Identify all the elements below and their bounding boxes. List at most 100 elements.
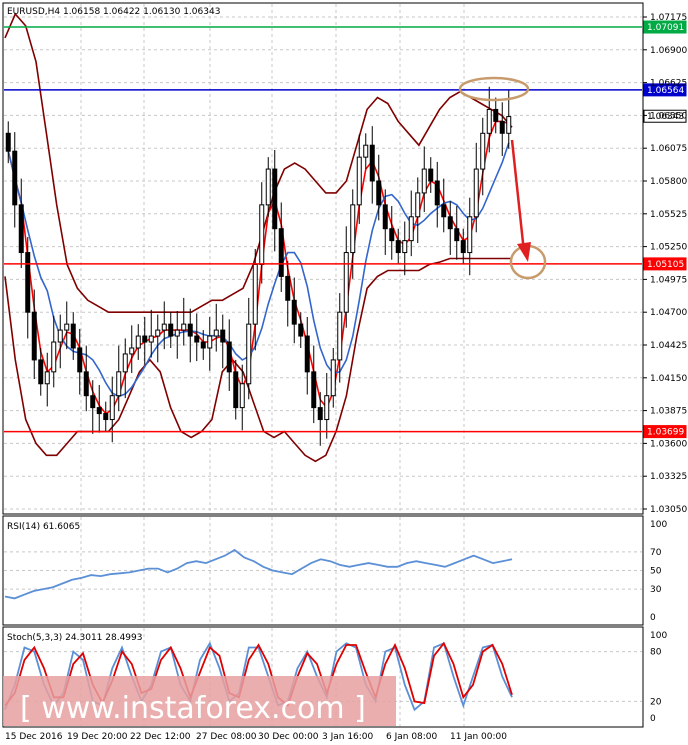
candle-body: [395, 240, 401, 254]
candle-body: [31, 311, 37, 361]
candle-body: [64, 323, 70, 331]
stoch-y-tick-label: 0: [650, 714, 656, 724]
candle-body: [382, 204, 388, 230]
rsi-header: RSI(14) 61.6065: [7, 522, 80, 532]
rsi-y-tick-label: 70: [650, 548, 662, 558]
x-tick-label: 15 Dec 2016: [5, 732, 63, 742]
candle-body: [70, 323, 76, 349]
level-tag-label: 1.03699: [647, 428, 684, 438]
candle-body: [415, 192, 421, 218]
main-y-tick-label: 1.04425: [650, 341, 687, 351]
candle-body: [51, 341, 57, 373]
candle-body: [83, 371, 89, 397]
candle-body: [155, 329, 161, 337]
main-y-tick-label: 1.07175: [650, 13, 687, 23]
candle-body: [90, 395, 96, 409]
candle-body: [103, 413, 109, 421]
candle-body: [207, 335, 213, 349]
candle-body: [233, 371, 239, 409]
candle-body: [44, 371, 50, 385]
candle-body: [18, 204, 24, 254]
main-y-tick-label: 1.06075: [650, 144, 687, 154]
stoch-y-tick-label: 100: [650, 631, 667, 641]
x-tick-label: 11 Jan 00:00: [450, 732, 507, 742]
x-tick-label: 27 Dec 08:00: [196, 732, 257, 742]
candle-body: [213, 329, 219, 337]
candle-body: [356, 156, 362, 206]
candle-body: [220, 329, 226, 343]
main-y-tick-label: 1.04700: [650, 308, 687, 318]
stoch-y-tick-label: 20: [650, 697, 662, 707]
candle-body: [337, 311, 343, 361]
main-header: EURUSD,H4 1.06158 1.06422 1.06130 1.0634…: [7, 7, 220, 17]
candle-body: [454, 228, 460, 242]
candle-body: [161, 323, 167, 331]
main-y-tick-label: 1.06350: [650, 111, 687, 121]
candle-body: [506, 116, 512, 134]
candle-body: [402, 240, 408, 254]
rsi-y-tick-label: 50: [650, 567, 662, 577]
candle-body: [148, 335, 154, 343]
candle-body: [467, 216, 473, 254]
level-tag-label: 1.05105: [647, 260, 684, 270]
candle-body: [460, 240, 466, 254]
candle-body: [200, 341, 206, 349]
x-tick-label: 22 Dec 12:00: [130, 732, 191, 742]
chart-canvas: 1.070911.065641.063431.051051.03699 [ ww…: [2, 2, 687, 742]
candle-body: [350, 204, 356, 254]
candle-body: [5, 132, 11, 152]
main-y-tick-label: 1.06900: [650, 46, 687, 56]
main-y-tick-label: 1.03600: [650, 439, 687, 449]
candle-body: [278, 228, 284, 277]
x-tick-label: 3 Jan 16:00: [322, 732, 374, 742]
level-tag-label: 1.07091: [647, 23, 684, 33]
main-y-tick-label: 1.04975: [650, 275, 687, 285]
candle-body: [129, 347, 135, 355]
chart-window: 1.07091 1.06564 1.06343 1.05105 1.03699 [ ww…: [0, 0, 688, 745]
candle-body: [343, 252, 349, 313]
candle-body: [135, 335, 141, 349]
watermark: [ www.instaforex.com ]: [3, 676, 396, 726]
candle-body: [369, 144, 375, 182]
watermark-text: [ www.instaforex.com ]: [20, 691, 366, 726]
candle-body: [408, 216, 414, 242]
candle-body: [246, 323, 252, 385]
candle-body: [239, 383, 245, 409]
candle-body: [25, 252, 31, 313]
main-y-tick-label: 1.03875: [650, 407, 687, 417]
candle-body: [285, 275, 291, 301]
candle-body: [363, 144, 369, 158]
candle-body: [265, 168, 271, 206]
candle-body: [116, 371, 122, 397]
candle-body: [298, 323, 304, 337]
x-tick-label: 19 Dec 20:00: [67, 732, 128, 742]
candle-body: [174, 329, 180, 337]
candle-body: [311, 371, 317, 409]
main-panel-frame: [2, 2, 644, 515]
candle-body: [499, 120, 505, 134]
candle-body: [441, 204, 447, 218]
main-y-tick-label: 1.03325: [650, 472, 687, 482]
candle-body: [122, 353, 128, 373]
candle-body: [142, 335, 148, 343]
candle-body: [304, 335, 310, 373]
candle-body: [473, 168, 479, 218]
candle-body: [226, 341, 232, 373]
candle-body: [187, 323, 193, 337]
candle-body: [12, 150, 18, 206]
candle-body: [428, 168, 434, 182]
candle-body: [486, 108, 492, 134]
candle-body: [317, 407, 323, 421]
candle-body: [259, 204, 265, 265]
rsi-y-tick-label: 100: [650, 520, 667, 530]
candle-body: [421, 168, 427, 194]
candle-body: [324, 395, 330, 421]
main-y-tick-label: 1.04150: [650, 374, 687, 384]
main-y-tick-label: 1.03050: [650, 505, 687, 515]
main-y-tick-label: 1.05800: [650, 177, 687, 187]
candle-body: [480, 132, 486, 170]
candle-body: [96, 407, 102, 415]
x-tick-label: 6 Jan 08:00: [386, 732, 438, 742]
stoch-y-tick-label: 80: [650, 648, 662, 658]
candle-body: [330, 359, 336, 397]
